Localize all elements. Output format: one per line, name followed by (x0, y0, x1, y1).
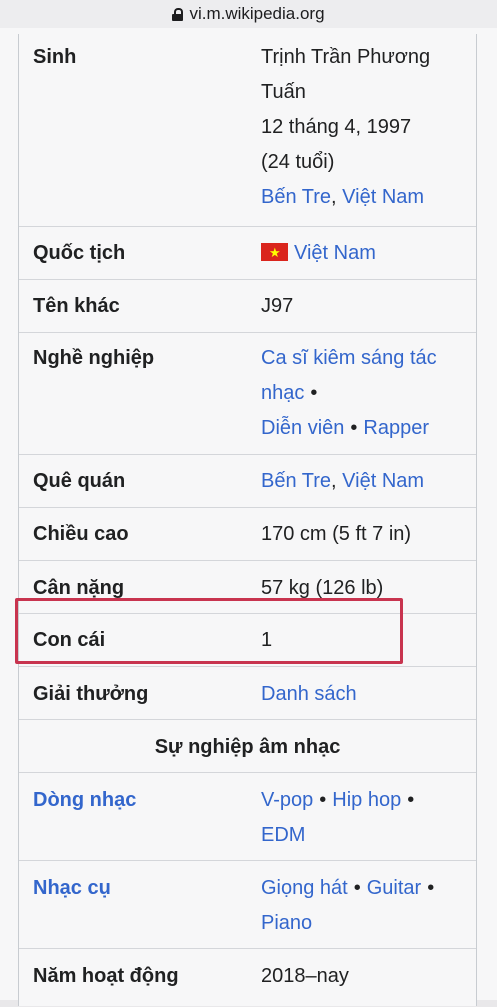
born-place-separator: , (331, 186, 337, 208)
genre-value: V-pop • Hip hop • EDM (261, 783, 471, 853)
infobox-row-weight: Cân nặng 57 kg (126 lb) (19, 560, 476, 614)
occupation-link-actor[interactable]: Diễn viên (261, 417, 344, 439)
born-place-link-2[interactable]: Việt Nam (342, 186, 424, 208)
born-name-line1: Trịnh Trần Phương (261, 46, 431, 68)
instrument-link-guitar[interactable]: Guitar (367, 877, 421, 899)
instrument-separator: • (353, 877, 361, 899)
born-label: Sinh (33, 46, 77, 68)
awards-label: Giải thưởng (33, 683, 149, 705)
nationality-label: Quốc tịch (33, 242, 126, 264)
instrument-link-vocals[interactable]: Giọng hát (261, 877, 348, 899)
children-value: 1 (261, 629, 273, 651)
instrument-separator: • (427, 877, 435, 899)
browser-address-bar[interactable]: vi.m.wikipedia.org (0, 0, 497, 28)
instrument-link-piano[interactable]: Piano (261, 912, 312, 934)
born-date: 12 tháng 4, 1997 (261, 116, 412, 138)
infobox-row-years-active: Năm hoạt động 2018–nay (19, 948, 476, 1007)
music-career-heading: Sự nghiệp âm nhạc (154, 736, 341, 758)
instruments-value: Giọng hát • Guitar • Piano (261, 871, 471, 941)
occupation-label: Nghề nghiệp (33, 347, 155, 369)
infobox-row-height: Chiều cao 170 cm (5 ft 7 in) (19, 507, 476, 561)
infobox-row-genre: Dòng nhạc V-pop • Hip hop • EDM (19, 772, 476, 861)
infobox-section-music-career: Sự nghiệp âm nhạc (19, 719, 476, 773)
hometown-link-2[interactable]: Việt Nam (342, 470, 424, 492)
born-name-line2: Tuấn (261, 81, 306, 103)
hometown-value: Bến Tre, Việt Nam (261, 464, 471, 499)
nationality-link[interactable]: Việt Nam (294, 242, 376, 264)
born-age: (24 tuổi) (261, 151, 335, 173)
genre-link-edm[interactable]: EDM (261, 824, 305, 846)
infobox-row-hometown: Quê quán Bến Tre, Việt Nam (19, 454, 476, 508)
weight-value: 57 kg (126 lb) (261, 577, 384, 599)
genre-link-hiphop[interactable]: Hip hop (332, 789, 401, 811)
height-value: 170 cm (5 ft 7 in) (261, 523, 412, 545)
infobox-row-born: Sinh Trịnh Trần Phương Tuấn 12 tháng 4, … (19, 34, 476, 226)
other-names-label: Tên khác (33, 295, 120, 317)
born-place-link-1[interactable]: Bến Tre (261, 186, 331, 208)
lock-icon (172, 7, 184, 21)
infobox-row-awards: Giải thưởng Danh sách (19, 666, 476, 720)
article-page: Sinh Trịnh Trần Phương Tuấn 12 tháng 4, … (0, 28, 497, 1006)
instruments-label-link[interactable]: Nhạc cụ (33, 871, 111, 906)
other-names-value: J97 (261, 295, 294, 317)
genre-link-vpop[interactable]: V-pop (261, 789, 313, 811)
infobox-row-nationality: Quốc tịch ★ Việt Nam (19, 226, 476, 280)
genre-separator: • (319, 789, 327, 811)
infobox: Sinh Trịnh Trần Phương Tuấn 12 tháng 4, … (18, 34, 477, 1006)
occupation-link-singer-songwriter-cont[interactable]: nhạc (261, 382, 304, 404)
awards-list-link[interactable]: Danh sách (261, 683, 357, 705)
hometown-label: Quê quán (33, 470, 126, 492)
years-active-value: 2018–nay (261, 965, 349, 987)
born-value: Trịnh Trần Phương Tuấn 12 tháng 4, 1997 … (261, 40, 471, 215)
genre-separator: • (407, 789, 415, 811)
years-active-label: Năm hoạt động (33, 965, 179, 987)
infobox-row-other-names: Tên khác J97 (19, 279, 476, 333)
occupation-link-rapper[interactable]: Rapper (363, 417, 429, 439)
weight-label: Cân nặng (33, 577, 125, 599)
vietnam-flag-icon: ★ (261, 243, 288, 261)
infobox-row-instruments: Nhạc cụ Giọng hát • Guitar • Piano (19, 860, 476, 949)
genre-label-link[interactable]: Dòng nhạc (33, 783, 136, 818)
hometown-separator: , (331, 470, 337, 492)
infobox-row-occupation: Nghề nghiệp Ca sĩ kiêm sáng tác nhạc • Di… (19, 332, 476, 455)
hometown-link-1[interactable]: Bến Tre (261, 470, 331, 492)
occupation-separator: • (310, 382, 318, 404)
occupation-separator: • (350, 417, 358, 439)
occupation-link-singer-songwriter[interactable]: Ca sĩ kiêm sáng tác (261, 347, 437, 369)
awards-value: Danh sách (261, 677, 471, 712)
url-text[interactable]: vi.m.wikipedia.org (189, 4, 324, 24)
infobox-row-children: Con cái 1 (19, 613, 476, 667)
nationality-value: ★ Việt Nam (261, 236, 471, 271)
occupation-value: Ca sĩ kiêm sáng tác nhạc • Diễn viên • Rapp… (261, 341, 471, 446)
children-label: Con cái (33, 629, 106, 651)
height-label: Chiều cao (33, 523, 129, 545)
